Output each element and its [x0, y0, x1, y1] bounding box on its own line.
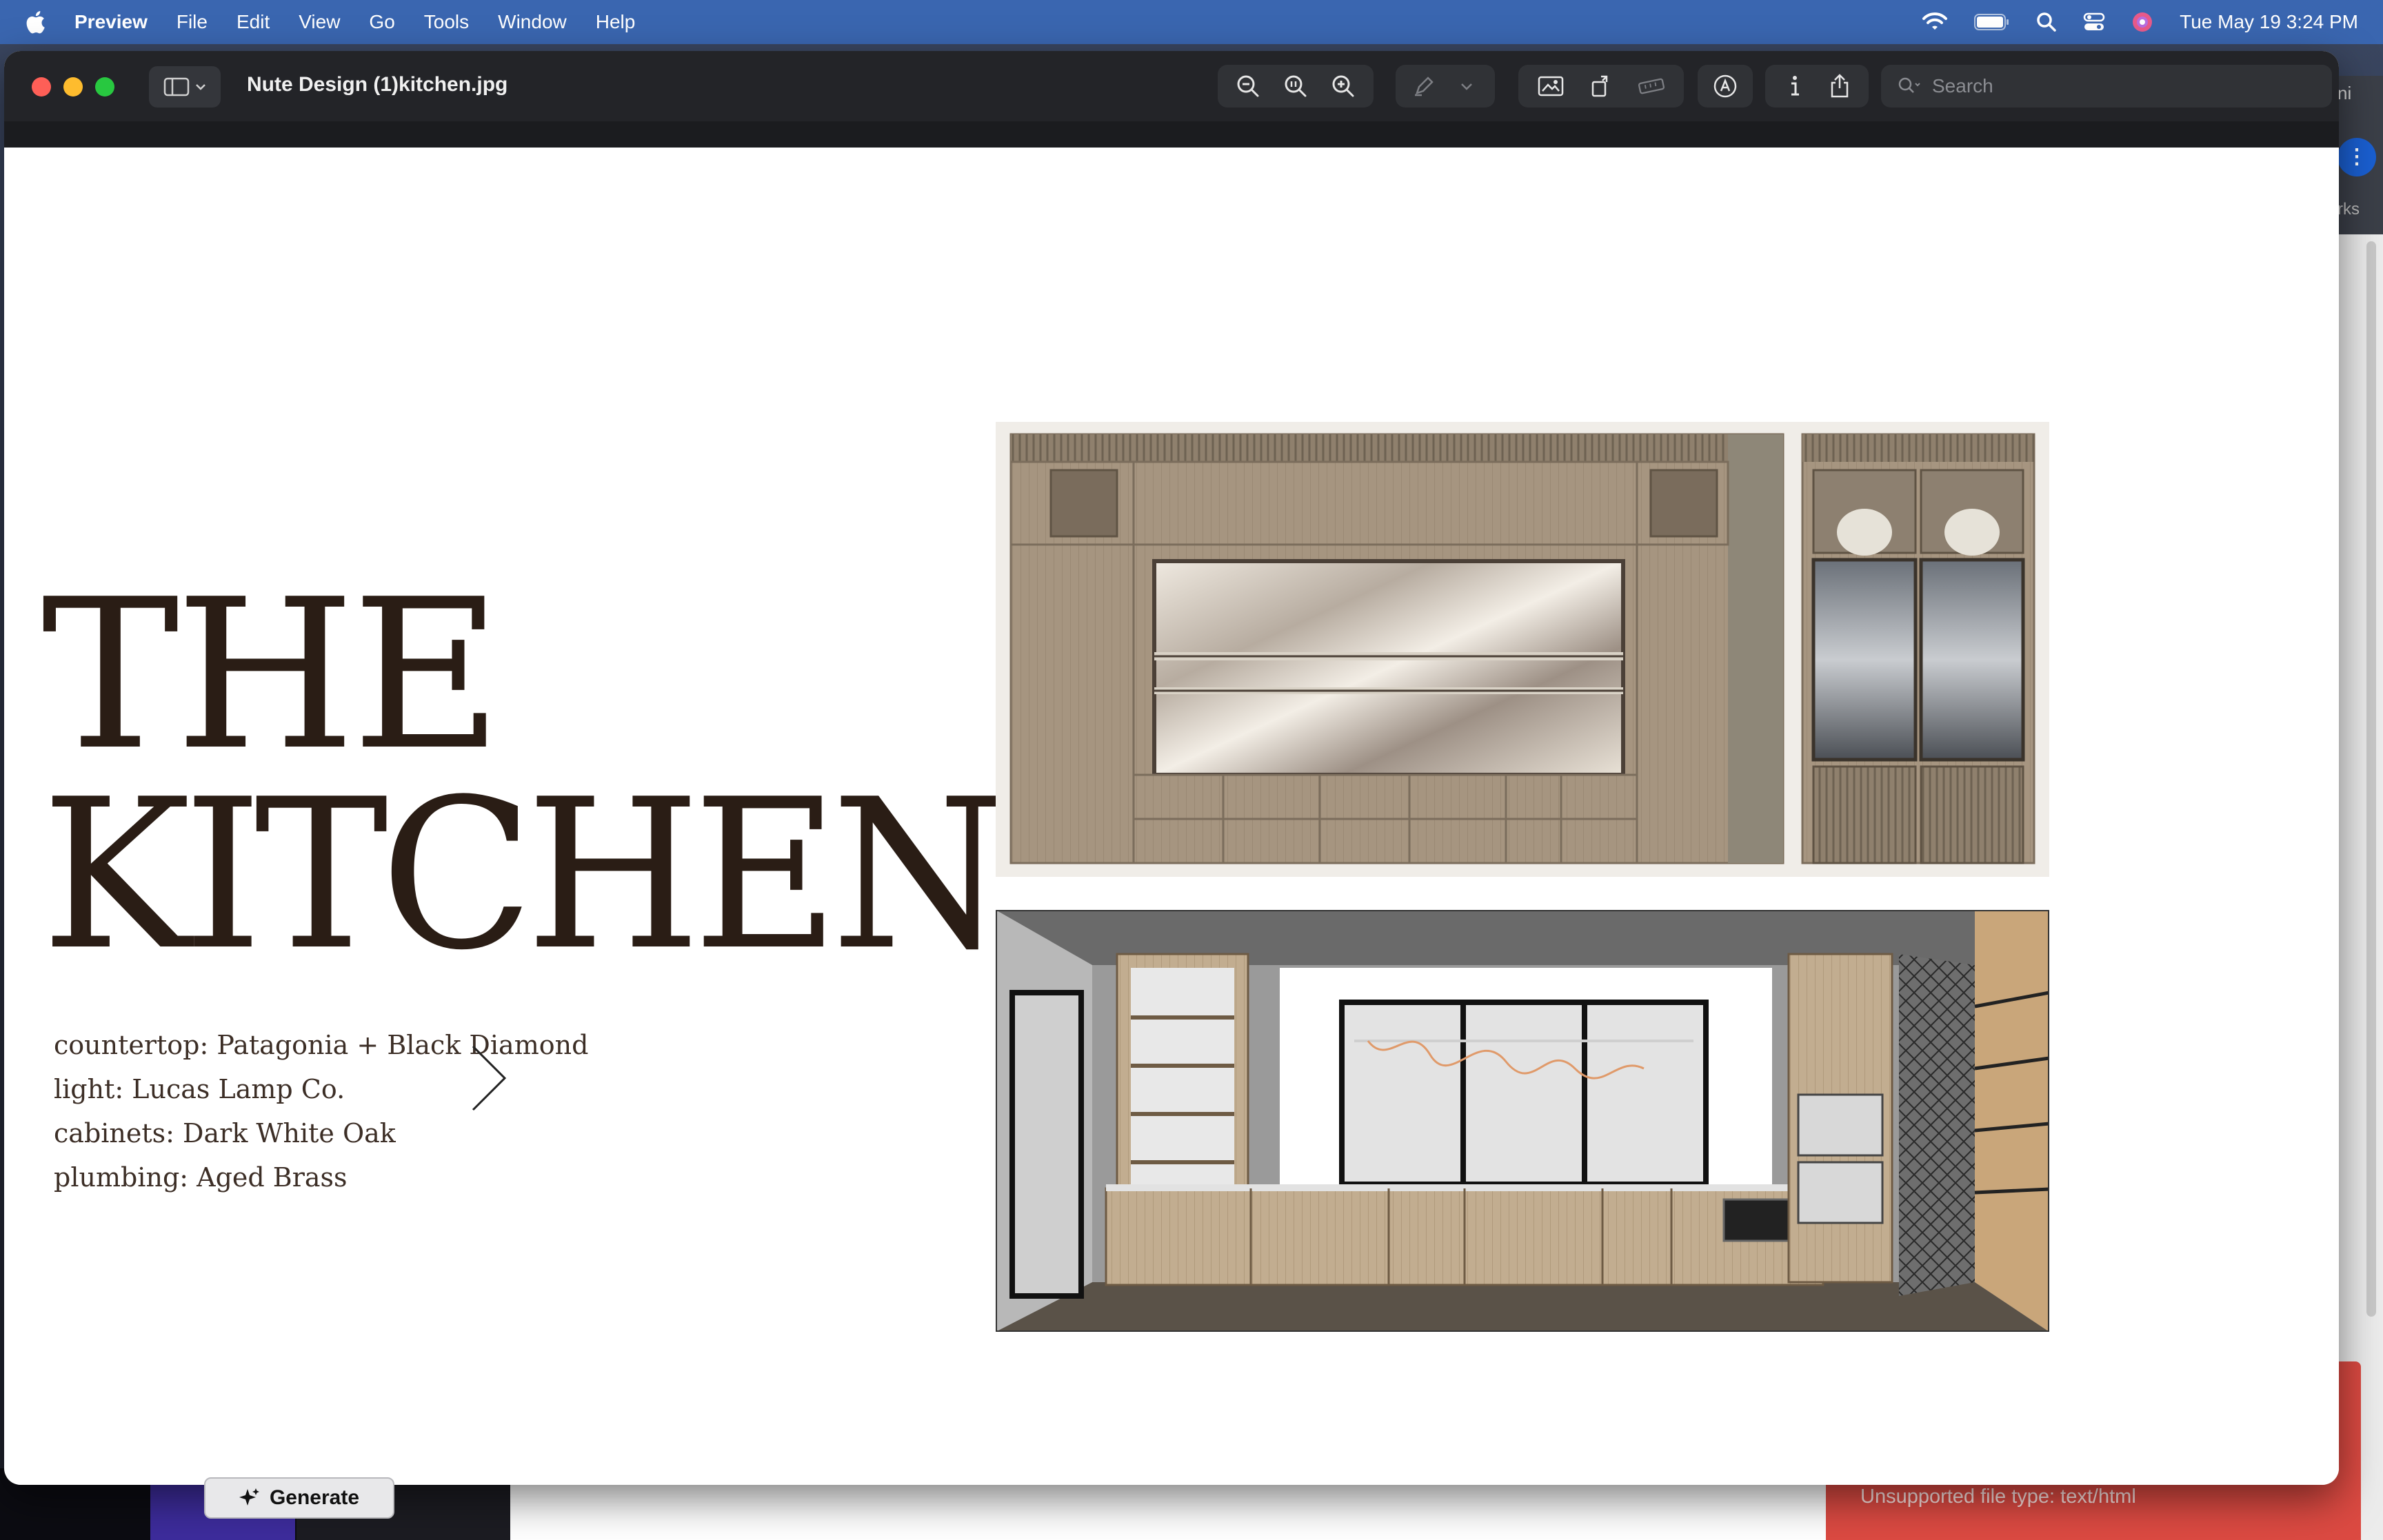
battery-icon[interactable]: [1974, 13, 2010, 31]
menu-window[interactable]: Window: [498, 11, 567, 33]
cabinet-elevation-image: [996, 422, 2049, 877]
background-scrollbar[interactable]: [2366, 241, 2376, 1317]
background-tab-subtext: rks: [2337, 200, 2360, 219]
markup-ruler-button[interactable]: [1638, 72, 1665, 100]
rotate-button[interactable]: [1587, 72, 1615, 100]
adjust-image-icon: [1538, 76, 1563, 97]
image-edit-controls: [1518, 65, 1684, 108]
zoom-out-icon: [1237, 75, 1259, 97]
search-input[interactable]: [1931, 74, 2320, 98]
sidebar-toggle-button[interactable]: [149, 66, 221, 108]
toolbar-divider: [4, 121, 2339, 148]
highlight-button[interactable]: [1410, 72, 1438, 100]
markup-pen-circle-icon: [1713, 74, 1737, 98]
kitchen-section-drawing: [994, 909, 2051, 1333]
menu-file[interactable]: File: [177, 11, 208, 33]
markup-button[interactable]: [1711, 72, 1739, 100]
menu-help[interactable]: Help: [596, 11, 636, 33]
background-tab-text: ni: [2337, 83, 2352, 103]
kitchen-section-image: [994, 909, 2051, 1333]
search-icon: [1898, 77, 1920, 93]
document-title: Nute Design (1)kitchen.jpg: [247, 73, 508, 96]
menu-app-preview[interactable]: Preview: [74, 11, 148, 33]
menu-go[interactable]: Go: [369, 11, 394, 33]
markup-controls: [1698, 65, 1753, 108]
menu-edit[interactable]: Edit: [237, 11, 270, 33]
adjust-image-button[interactable]: [1537, 72, 1565, 100]
sparkle-icon: [239, 1488, 259, 1506]
info-share-controls: [1765, 65, 1869, 108]
spec-cabinets: cabinets: Dark White Oak: [54, 1118, 396, 1148]
menu-tools[interactable]: Tools: [424, 11, 469, 33]
zoom-in-button[interactable]: [1329, 72, 1357, 100]
share-icon: [1831, 74, 1848, 98]
fullscreen-window-button[interactable]: [95, 77, 114, 97]
minimize-window-button[interactable]: [63, 77, 83, 97]
zoom-out-button[interactable]: [1234, 72, 1262, 100]
apple-menu-icon[interactable]: [25, 10, 46, 34]
cabinet-elevation-drawing: [1009, 433, 2035, 864]
wifi-icon[interactable]: [1922, 12, 1948, 32]
spec-plumbing: plumbing: Aged Brass: [54, 1162, 348, 1193]
chevron-right-icon: [472, 1045, 507, 1111]
highlighter-pen-icon: [1415, 77, 1434, 97]
share-button[interactable]: [1826, 72, 1853, 100]
rotate-icon: [1591, 75, 1608, 97]
generate-button[interactable]: Generate: [204, 1477, 394, 1519]
menu-bar: Preview File Edit View Go Tools Window H…: [0, 0, 2383, 44]
more-options-icon[interactable]: ⋮: [2337, 138, 2376, 176]
window-toolbar: Nute Design (1)kitchen.jpg: [4, 51, 2339, 148]
chevron-down-icon: [1461, 83, 1472, 90]
menu-view[interactable]: View: [299, 11, 340, 33]
spotlight-search-icon[interactable]: [2036, 12, 2057, 32]
zoom-in-icon: [1332, 75, 1354, 97]
info-icon: [1791, 76, 1799, 96]
info-button[interactable]: [1781, 72, 1809, 100]
ruler-icon: [1638, 78, 1665, 94]
error-message: Unsupported file type: text/html: [1860, 1486, 2136, 1508]
document-canvas: THE KITCHEN countertop: Patagonia + Blac…: [7, 148, 2339, 1485]
highlight-controls: [1396, 65, 1495, 108]
menubar-clock[interactable]: Tue May 19 3:24 PM: [2180, 11, 2358, 33]
close-window-button[interactable]: [32, 77, 51, 97]
control-center-icon[interactable]: [2083, 12, 2105, 32]
sidebar-icon: [163, 77, 190, 97]
zoom-controls: [1218, 65, 1374, 108]
highlight-menu-button[interactable]: [1453, 72, 1480, 100]
generate-label: Generate: [269, 1486, 360, 1509]
siri-icon[interactable]: [2131, 11, 2153, 33]
zoom-actual-size-icon: [1285, 75, 1307, 97]
heading-kitchen: KITCHEN: [41, 755, 1007, 995]
chevron-down-icon: [196, 84, 205, 90]
status-menus: Tue May 19 3:24 PM: [1922, 0, 2358, 44]
actual-size-button[interactable]: [1282, 72, 1309, 100]
preview-window: Nute Design (1)kitchen.jpg Search THE KI…: [4, 51, 2339, 1485]
heading-the: THE: [41, 555, 503, 796]
search-field[interactable]: [1881, 65, 2332, 108]
